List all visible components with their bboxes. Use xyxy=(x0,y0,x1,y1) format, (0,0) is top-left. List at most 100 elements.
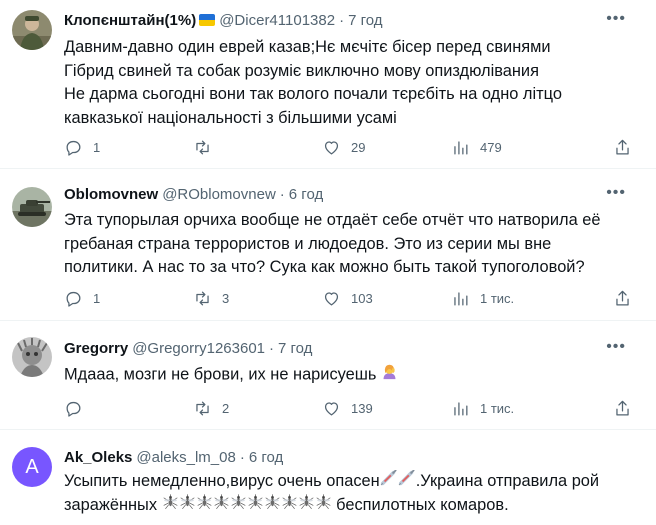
retweet-count: 3 xyxy=(222,290,230,306)
tweet-text-line: Эта тупорылая орчиха вообще не отдаёт се… xyxy=(64,211,601,229)
avatar-letter: A xyxy=(25,455,39,478)
avatar[interactable] xyxy=(12,10,52,50)
author-handle[interactable]: @ROblomovnew xyxy=(162,186,276,203)
like-button[interactable]: 29 xyxy=(322,138,451,157)
tweet-header: Клопєнштайн(1%) @Dicer41101382 · 7 год •… xyxy=(64,10,640,30)
reply-icon xyxy=(66,140,81,156)
avatar[interactable]: A xyxy=(12,447,52,487)
mosquito-emoji xyxy=(298,493,315,518)
more-icon[interactable]: ••• xyxy=(606,10,626,28)
timestamp[interactable]: 6 год xyxy=(249,449,283,466)
author-name[interactable]: Oblomovnew xyxy=(64,186,158,203)
author-handle[interactable]: @Dicer41101382 xyxy=(219,12,335,29)
tweet-text-line: политики. А нас то за что? Сука как можн… xyxy=(64,258,585,276)
tweet[interactable]: Клопєнштайн(1%) @Dicer41101382 · 7 год •… xyxy=(0,0,656,169)
mosquito-emoji-row xyxy=(162,493,332,514)
separator-dot: · xyxy=(339,11,345,29)
author-handle[interactable]: @aleks_lm_08 xyxy=(136,449,235,466)
author-name[interactable]: Клопєнштайн(1%) xyxy=(64,12,196,29)
tweet-text-line: Мдааа, мозги не брови, их не нарисуешь xyxy=(64,365,377,384)
like-count: 139 xyxy=(351,400,373,416)
tweet-text-line: кавказької національності з більшими уса… xyxy=(64,108,397,127)
more-icon[interactable]: ••• xyxy=(606,184,626,202)
tweet-text: Эта тупорылая орчиха вообще не отдаёт се… xyxy=(64,209,644,280)
retweet-button[interactable] xyxy=(193,138,322,157)
syringe-emoji xyxy=(380,469,398,494)
views-count: 1 тис. xyxy=(480,400,515,416)
retweet-icon xyxy=(196,291,209,305)
share-icon xyxy=(616,139,629,154)
tweet-text-line: заражённых беспилотных комаров. xyxy=(64,493,644,518)
mosquito-emoji xyxy=(315,493,332,518)
tweet-text: Усыпить немедленно,вирус очень опасен .Ук… xyxy=(64,469,644,518)
views-icon xyxy=(454,140,468,154)
share-icon xyxy=(616,290,629,305)
ukraine-flag-icon xyxy=(199,14,216,26)
mosquito-emoji xyxy=(213,493,230,518)
tweet-header: Oblomovnew @ROblomovnew · 6 год ••• xyxy=(64,184,640,204)
retweet-button[interactable]: 2 xyxy=(193,399,322,418)
avatar-image xyxy=(12,187,52,227)
tweet-text-line: Гібрид свиней та собак розуміє виключно … xyxy=(64,61,539,80)
tweet-header: Ak_Oleks @aleks_lm_08 · 6 год xyxy=(64,447,640,467)
like-count: 29 xyxy=(351,139,366,155)
woman-gesturing-emoji xyxy=(381,363,398,388)
retweet-icon xyxy=(196,401,209,415)
reply-count: 1 xyxy=(93,290,101,306)
tweet[interactable]: A Ak_Oleks @aleks_lm_08 · 6 год Усыпить … xyxy=(0,430,656,525)
retweet-icon xyxy=(196,140,209,154)
more-icon[interactable]: ••• xyxy=(606,338,626,356)
retweet-button[interactable]: 3 xyxy=(193,289,322,308)
share-icon xyxy=(616,400,629,415)
reply-button[interactable] xyxy=(64,399,193,418)
syringe-emoji xyxy=(398,469,416,494)
retweet-count: 2 xyxy=(222,400,230,416)
views-icon xyxy=(454,291,468,305)
views-button[interactable]: 1 тис. xyxy=(451,399,580,418)
reply-icon xyxy=(66,291,81,307)
tweet-text-line: Усыпить немедленно,вирус очень опасен .Ук… xyxy=(64,469,644,494)
tweet-text-line: гребаная страна террористов и людоедов. … xyxy=(64,234,552,253)
like-button[interactable]: 139 xyxy=(322,399,451,418)
author-name[interactable]: Ak_Oleks xyxy=(64,449,132,466)
tweet[interactable]: Oblomovnew @ROblomovnew · 6 год ••• Эта … xyxy=(0,169,656,321)
like-count: 103 xyxy=(351,290,373,306)
tweet-text: Мдааа, мозги не брови, их не нарисуешь xyxy=(64,363,644,388)
tweet-actions: 1 3 103 1 тис. xyxy=(64,288,644,308)
share-button[interactable] xyxy=(613,289,632,308)
avatar[interactable] xyxy=(12,187,52,227)
like-button[interactable]: 103 xyxy=(322,289,451,308)
views-button[interactable]: 1 тис. xyxy=(451,289,580,308)
author-handle[interactable]: @Gregorry1263601 xyxy=(132,340,265,357)
tweet-header: Gregorry @Gregorry1263601 · 7 год ••• xyxy=(64,338,640,358)
tweet-text-part: заражённых xyxy=(64,495,158,514)
tweet-text-part: беспилотных комаров. xyxy=(336,495,509,514)
reply-icon xyxy=(66,401,81,417)
reply-button[interactable]: 1 xyxy=(64,138,193,157)
mosquito-emoji xyxy=(247,493,264,518)
reply-button[interactable]: 1 xyxy=(64,289,193,308)
heart-icon xyxy=(324,401,339,415)
tweet-text-line: Не дарма сьогодні вони так вологo почали… xyxy=(64,85,562,103)
timestamp[interactable]: 6 год xyxy=(289,186,323,203)
mosquito-emoji xyxy=(264,493,281,518)
timestamp[interactable]: 7 год xyxy=(348,12,382,29)
tweet[interactable]: Gregorry @Gregorry1263601 · 7 год ••• Мд… xyxy=(0,321,656,430)
author-name[interactable]: Gregorry xyxy=(64,340,128,357)
tweet-text: Давним-давно один еврей казав;Нє мєчітє … xyxy=(64,36,644,130)
reply-count: 1 xyxy=(93,139,101,155)
avatar-image xyxy=(12,10,52,50)
views-icon xyxy=(454,401,468,415)
tweet-actions: 2 139 1 тис. xyxy=(64,398,644,418)
timestamp[interactable]: 7 год xyxy=(278,340,312,357)
views-button[interactable]: 479 xyxy=(451,138,580,157)
share-button[interactable] xyxy=(613,138,632,157)
separator-dot: · xyxy=(279,185,285,203)
heart-icon xyxy=(324,140,339,154)
mosquito-emoji xyxy=(281,493,298,518)
avatar[interactable] xyxy=(12,337,52,377)
views-count: 1 тис. xyxy=(480,290,515,306)
separator-dot: · xyxy=(239,448,245,466)
share-button[interactable] xyxy=(613,399,632,418)
mosquito-emoji xyxy=(179,493,196,518)
